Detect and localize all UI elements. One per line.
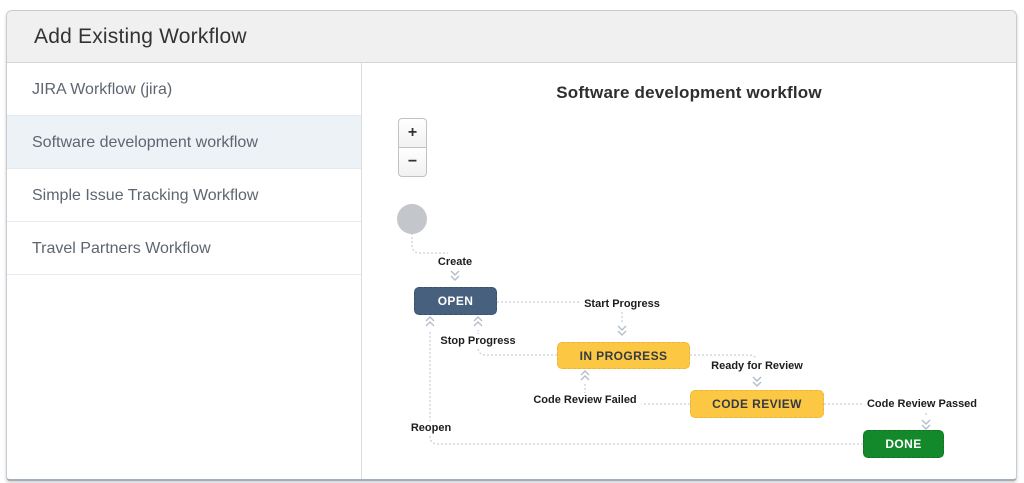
- arrowhead-down-icon: [450, 270, 460, 281]
- workflow-list-item-simple-issue-tracking[interactable]: Simple Issue Tracking Workflow: [7, 169, 361, 222]
- arrowhead-down-icon: [617, 325, 627, 336]
- arrowhead-down-icon: [921, 419, 931, 430]
- workflow-list-item-software-development[interactable]: Software development workflow: [7, 116, 361, 169]
- workflow-diagram: [397, 204, 931, 445]
- transition-label-code-review-passed: Code Review Passed: [861, 397, 983, 411]
- status-node-open[interactable]: OPEN: [414, 287, 497, 315]
- arrowhead-down-icon: [752, 376, 762, 387]
- workflow-list-item-jira[interactable]: JIRA Workflow (jira): [7, 63, 361, 116]
- workflow-list-item-travel-partners[interactable]: Travel Partners Workflow: [7, 222, 361, 275]
- status-node-done[interactable]: DONE: [863, 430, 944, 458]
- add-existing-workflow-dialog: Add Existing Workflow JIRA Workflow (jir…: [6, 10, 1017, 481]
- status-node-code-review[interactable]: CODE REVIEW: [690, 390, 824, 418]
- screen: Add Existing Workflow JIRA Workflow (jir…: [0, 0, 1024, 483]
- transition-label-code-review-failed: Code Review Failed: [528, 393, 642, 407]
- transition-line-create: [411, 233, 448, 254]
- arrowhead-up-icon: [580, 370, 590, 381]
- start-node-circle[interactable]: [397, 204, 427, 234]
- transition-label-start-progress: Start Progress: [579, 297, 665, 311]
- arrowhead-up-icon: [425, 316, 435, 327]
- transition-label-reopen: Reopen: [405, 421, 457, 435]
- dialog-body: JIRA Workflow (jira) Software developmen…: [7, 63, 1016, 479]
- workflow-preview-panel: Software development workflow + − OPEN I…: [362, 63, 1016, 479]
- dialog-title: Add Existing Workflow: [34, 24, 247, 48]
- transition-label-ready-for-review: Ready for Review: [706, 359, 808, 373]
- transition-label-stop-progress: Stop Progress: [435, 334, 521, 348]
- dialog-header: Add Existing Workflow: [7, 11, 1016, 63]
- transition-label-create: Create: [432, 255, 478, 269]
- arrowhead-up-icon: [473, 316, 483, 327]
- workflow-list: JIRA Workflow (jira) Software developmen…: [7, 63, 362, 479]
- status-node-in-progress[interactable]: IN PROGRESS: [557, 342, 690, 369]
